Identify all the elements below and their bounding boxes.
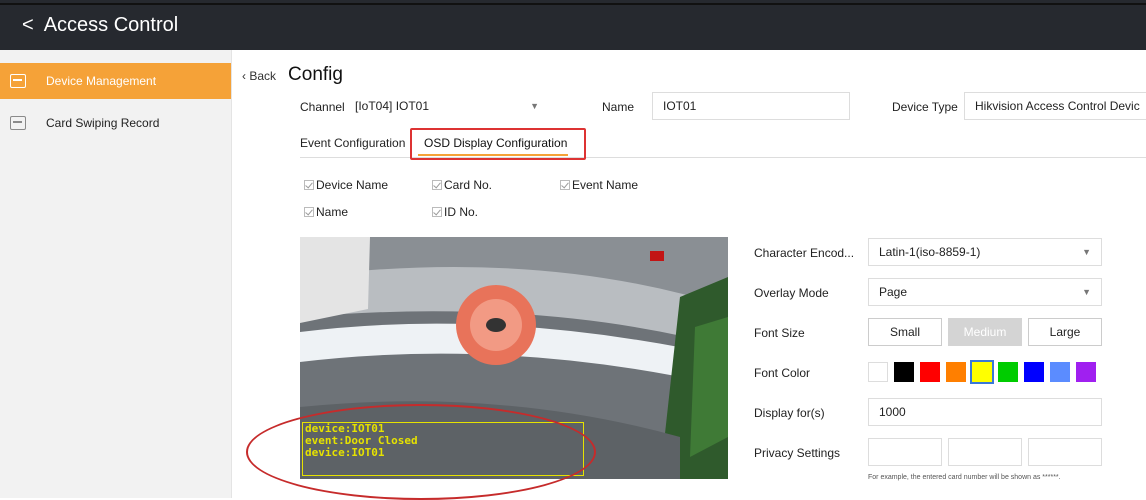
display-for-field[interactable]: 1000 <box>868 398 1102 426</box>
font-size-small-button[interactable]: Small <box>868 318 942 346</box>
back-label: Back <box>249 69 277 83</box>
name-label: Name <box>602 100 635 114</box>
font-size-medium-button[interactable]: Medium <box>948 318 1022 346</box>
checkbox-label: Device Name <box>316 178 389 192</box>
checkbox-label: Card No. <box>444 178 493 192</box>
chevron-down-icon: ▼ <box>530 101 539 111</box>
char-encoding-value: Latin-1(iso-8859-1) <box>879 245 981 259</box>
checkbox-id-no[interactable]: ID No. <box>432 205 478 219</box>
page-title: Config <box>288 64 343 85</box>
page-header: ‹ Back Config <box>242 64 343 86</box>
checkbox-icon <box>560 180 570 190</box>
sidebar: Device Management Card Swiping Record <box>0 50 232 498</box>
privacy-field[interactable] <box>948 438 1022 466</box>
checkbox-card-no[interactable]: Card No. <box>432 178 492 192</box>
privacy-settings-label: Privacy Settings <box>754 446 841 460</box>
checkbox-label: ID No. <box>444 205 479 219</box>
font-color-swatch[interactable] <box>894 362 914 382</box>
sidebar-item-label: Device Management <box>46 74 157 88</box>
font-color-label: Font Color <box>754 366 811 380</box>
checkbox-device-name[interactable]: Device Name <box>304 178 388 192</box>
font-size-label: Font Size <box>754 326 805 340</box>
sidebar-item-device-management[interactable]: Device Management <box>0 63 231 99</box>
font-color-swatch[interactable] <box>946 362 966 382</box>
chevron-down-icon: ▼ <box>1082 287 1091 297</box>
device-info-row: Channel [IoT04] IOT01 ▼ Name IOT01 Devic… <box>300 92 1146 120</box>
checkbox-event-name[interactable]: Event Name <box>560 178 638 192</box>
sidebar-item-card-swiping-record[interactable]: Card Swiping Record <box>0 105 231 141</box>
device-type-field[interactable]: Hikvision Access Control Devic <box>964 92 1146 120</box>
app-title: Access Control <box>43 13 179 36</box>
font-color-swatch[interactable] <box>920 362 940 382</box>
device-type-label: Device Type <box>892 100 958 114</box>
overlay-mode-label: Overlay Mode <box>754 286 829 300</box>
privacy-field[interactable] <box>1028 438 1102 466</box>
font-color-swatch[interactable] <box>998 362 1018 382</box>
sidebar-item-label: Card Swiping Record <box>46 116 160 130</box>
privacy-hint: For example, the entered card number wil… <box>868 474 1061 481</box>
checkbox-icon <box>432 180 442 190</box>
checkbox-icon <box>304 207 314 217</box>
display-for-label: Display for(s) <box>754 406 825 420</box>
font-color-swatch[interactable] <box>868 362 888 382</box>
checkbox-icon <box>432 207 442 217</box>
highlight-box <box>410 128 586 160</box>
checkbox-label: Name <box>316 205 349 219</box>
channel-select[interactable]: [IoT04] IOT01 ▼ <box>348 92 550 120</box>
font-color-swatch[interactable] <box>1076 362 1096 382</box>
channel-value: [IoT04] IOT01 <box>355 99 430 113</box>
char-encoding-select[interactable]: Latin-1(iso-8859-1) ▼ <box>868 238 1102 266</box>
font-color-swatch[interactable] <box>1050 362 1070 382</box>
top-bar: < Access Control <box>0 0 1146 50</box>
highlight-ellipse <box>246 404 596 500</box>
overlay-mode-value: Page <box>879 285 908 299</box>
channel-label: Channel <box>300 100 345 114</box>
chevron-down-icon: ▼ <box>1082 247 1091 257</box>
font-color-swatch[interactable] <box>1024 362 1044 382</box>
device-management-icon <box>10 74 26 88</box>
char-encoding-label: Character Encod... <box>754 246 855 260</box>
font-color-swatch[interactable] <box>970 360 994 384</box>
checkbox-label: Event Name <box>572 178 639 192</box>
privacy-field[interactable] <box>868 438 942 466</box>
top-divider <box>0 3 1146 5</box>
checkbox-icon <box>304 180 314 190</box>
card-record-icon <box>10 116 26 130</box>
checkbox-name[interactable]: Name <box>304 205 348 219</box>
tab-bar: Event Configuration OSD Display Configur… <box>300 128 1146 160</box>
main-panel: ‹ Back Config Channel [IoT04] IOT01 ▼ Na… <box>232 50 1146 500</box>
app-back-icon[interactable]: < <box>22 14 34 37</box>
overlay-mode-select[interactable]: Page ▼ <box>868 278 1102 306</box>
name-field[interactable]: IOT01 <box>652 92 850 120</box>
back-button[interactable]: ‹ Back <box>242 69 276 83</box>
font-size-large-button[interactable]: Large <box>1028 318 1102 346</box>
tab-event-configuration[interactable]: Event Configuration <box>300 136 405 150</box>
